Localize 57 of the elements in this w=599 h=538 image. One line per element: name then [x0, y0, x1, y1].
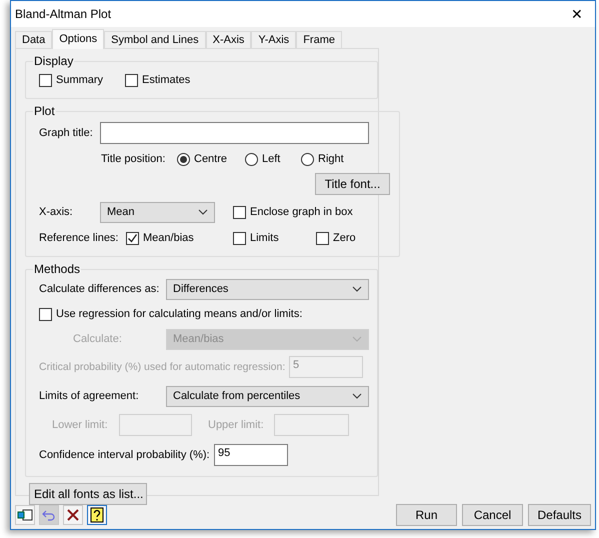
differences-dropdown[interactable]: Differences: [166, 278, 369, 300]
checkbox[interactable]: Limits: [233, 232, 316, 244]
checkbox[interactable]: Enclose graph in box: [233, 206, 353, 218]
group-label: Plot: [33, 104, 56, 118]
dialog-button[interactable]: Cancel: [462, 504, 523, 526]
tab[interactable]: Frame: [296, 31, 342, 48]
radio-circle[interactable]: [177, 152, 190, 166]
tab[interactable]: Data: [15, 31, 52, 48]
upper-limit-field[interactable]: [274, 414, 349, 436]
field-label: Lower limit:: [52, 419, 109, 431]
field-label: Reference lines:: [39, 232, 120, 244]
tab[interactable]: Y-Axis: [251, 31, 296, 48]
checkbox[interactable]: Mean/bias: [126, 232, 233, 244]
tab[interactable]: Options: [52, 29, 104, 49]
checkbox-box[interactable]: [39, 74, 52, 86]
checkbox-box[interactable]: [39, 308, 52, 320]
checkbox-box[interactable]: [233, 232, 246, 244]
edit-fonts-button[interactable]: Edit all fonts as list...: [29, 483, 147, 505]
field-label: Calculate:: [73, 333, 123, 345]
title-font-button[interactable]: Title font...: [315, 173, 390, 195]
radio-button[interactable]: Right: [301, 152, 357, 166]
checkbox[interactable]: Use regression for calculating means and/or limits:: [39, 308, 302, 320]
field-label: Limits of agreement:: [39, 390, 140, 402]
field-label: Graph title:: [39, 127, 94, 139]
limits-dropdown[interactable]: Calculate from percentiles: [166, 386, 369, 406]
lower-limit-field[interactable]: [119, 414, 192, 436]
tab[interactable]: X-Axis: [206, 31, 252, 48]
checkbox[interactable]: Zero: [316, 232, 399, 244]
checkbox-box[interactable]: [126, 232, 139, 244]
checkbox[interactable]: Estimates: [125, 74, 211, 86]
field-label: Confidence interval probability (%):: [39, 449, 211, 461]
checkbox[interactable]: Summary: [39, 74, 125, 86]
confidence-field[interactable]: 95: [214, 444, 288, 466]
dialog-button[interactable]: Defaults: [528, 504, 591, 526]
x-axis-dropdown[interactable]: Mean: [100, 202, 215, 222]
checkbox-box[interactable]: [316, 232, 329, 244]
field-label: X-axis:: [39, 206, 74, 218]
radio-button[interactable]: Centre: [177, 152, 245, 166]
clear-icon[interactable]: [63, 505, 83, 525]
field-label: Title position:: [101, 153, 166, 165]
group-label: Methods: [33, 262, 82, 276]
radio-button[interactable]: Left: [245, 152, 301, 166]
graph-title-field[interactable]: [100, 122, 369, 144]
dialog-button[interactable]: Run: [396, 504, 457, 526]
help-icon[interactable]: [87, 505, 107, 525]
field-label: Critical probability (%) used for automatic regression:: [39, 361, 286, 373]
tab[interactable]: Symbol and Lines: [104, 31, 206, 48]
window-title: Bland-Altman Plot: [15, 7, 112, 21]
close-button[interactable]: ✕: [567, 6, 587, 22]
field-label: Upper limit:: [208, 419, 265, 431]
checkbox-box[interactable]: [125, 74, 138, 86]
checkmark-icon: [127, 232, 138, 244]
radio-circle[interactable]: [245, 152, 258, 166]
checkbox-box[interactable]: [233, 206, 246, 218]
radio-circle[interactable]: [301, 152, 314, 166]
field-label: Calculate differences as:: [39, 283, 160, 295]
group-label: Display: [33, 54, 74, 68]
